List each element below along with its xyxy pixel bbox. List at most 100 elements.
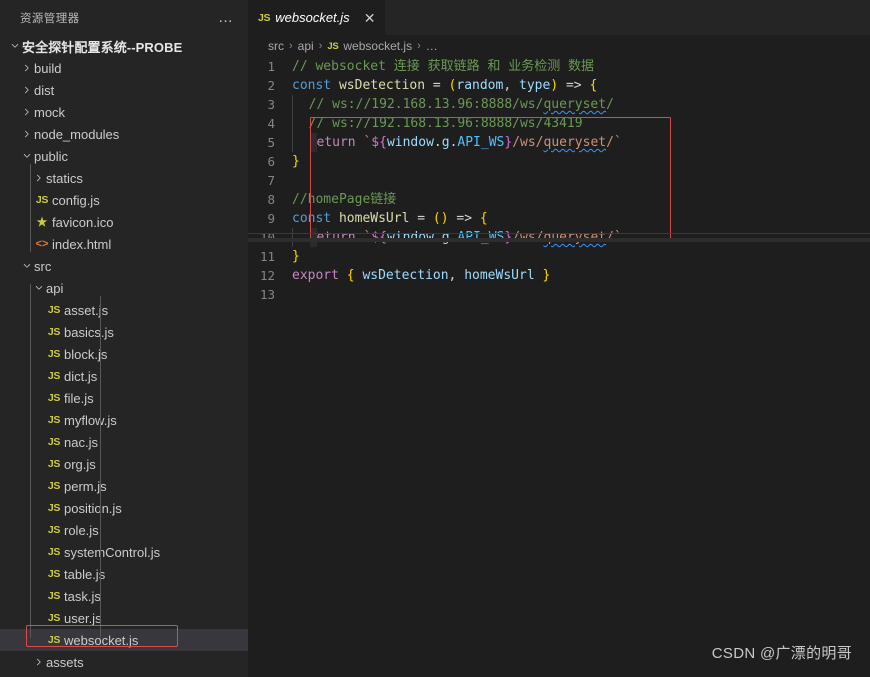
- tree-item-src[interactable]: src: [0, 255, 248, 277]
- breadcrumb-item-file[interactable]: websocket.js: [343, 39, 412, 53]
- tree-item-label: assets: [46, 655, 84, 670]
- code-text: //homePage链接: [292, 190, 396, 209]
- tree-item-label: org.js: [64, 457, 96, 472]
- js-file-icon: JS: [32, 194, 52, 206]
- line-number: 1: [248, 57, 292, 76]
- chevron-down-icon[interactable]: [20, 261, 34, 271]
- js-file-icon: JS: [44, 612, 64, 624]
- code-line: 4 // ws://192.168.13.96:8888/ws/43419: [248, 114, 870, 133]
- editor-tabbar: JS websocket.js ✕: [248, 0, 870, 35]
- horizontal-scrollbar-track[interactable]: [248, 233, 870, 234]
- tree-item-config-js[interactable]: JSconfig.js: [0, 189, 248, 211]
- tree-item-label: src: [34, 259, 51, 274]
- tree-item-favicon-ico[interactable]: ★favicon.ico: [0, 211, 248, 233]
- tree-item-label: user.js: [64, 611, 102, 626]
- tree-item-label: dist: [34, 83, 54, 98]
- explorer-header: 资源管理器 …: [0, 0, 248, 35]
- chevron-down-icon[interactable]: [8, 41, 22, 51]
- chevron-down-icon[interactable]: [32, 283, 46, 293]
- more-actions-icon[interactable]: …: [212, 13, 240, 23]
- editor-pane: JS websocket.js ✕ src › api › JS websock…: [248, 0, 870, 677]
- tree-item-label: api: [46, 281, 63, 296]
- tree-item-label: file.js: [64, 391, 94, 406]
- tree-item-build[interactable]: build: [0, 57, 248, 79]
- breadcrumb-item-src[interactable]: src: [268, 39, 284, 53]
- tree-item-perm-js[interactable]: JSperm.js: [0, 475, 248, 497]
- code-text: const wsDetection = (random, type) => {: [292, 76, 597, 95]
- tree-item-task-js[interactable]: JStask.js: [0, 585, 248, 607]
- html-file-icon: <>: [32, 238, 52, 250]
- active-indent-marker: [310, 133, 317, 152]
- tree-item-block-js[interactable]: JSblock.js: [0, 343, 248, 365]
- code-content[interactable]: 1 // websocket 连接 获取链路 和 业务检测 数据 2 const…: [248, 57, 870, 304]
- tree-item-label: node_modules: [34, 127, 119, 142]
- tree-item-user-js[interactable]: JSuser.js: [0, 607, 248, 629]
- chevron-down-icon[interactable]: [20, 151, 34, 161]
- js-file-icon: JS: [44, 590, 64, 602]
- tree-item-node-modules[interactable]: node_modules: [0, 123, 248, 145]
- line-number: 12: [248, 266, 292, 285]
- tree-item-public[interactable]: public: [0, 145, 248, 167]
- breadcrumb-item-symbol[interactable]: …: [426, 39, 438, 53]
- code-text: }: [292, 247, 300, 266]
- code-line: 11 }: [248, 247, 870, 266]
- tree-item-dict-js[interactable]: JSdict.js: [0, 365, 248, 387]
- chevron-right-icon[interactable]: [20, 107, 34, 117]
- line-number: 7: [248, 171, 292, 190]
- star-file-icon: ★: [32, 215, 52, 229]
- tree-item-label: 安全探针配置系统--PROBE: [22, 37, 182, 56]
- tree-item-index-html[interactable]: <>index.html: [0, 233, 248, 255]
- tree-item-mock[interactable]: mock: [0, 101, 248, 123]
- tab-label: websocket.js: [275, 10, 349, 25]
- tree-item-label: basics.js: [64, 325, 114, 340]
- tree-item-websocket-js[interactable]: JSwebsocket.js: [0, 629, 248, 651]
- tree-item-file-js[interactable]: JSfile.js: [0, 387, 248, 409]
- code-text: const homeWsUrl = () => {: [292, 209, 488, 228]
- tree-item-label: systemControl.js: [64, 545, 160, 560]
- tree-item-asset-js[interactable]: JSasset.js: [0, 299, 248, 321]
- code-line: 13: [248, 285, 870, 304]
- code-line: 5 return `${window.g.API_WS}/ws/queryset…: [248, 133, 870, 152]
- explorer-title: 资源管理器: [20, 10, 212, 26]
- tree-item-nac-js[interactable]: JSnac.js: [0, 431, 248, 453]
- tree-item-myflow-js[interactable]: JSmyflow.js: [0, 409, 248, 431]
- tree-item-org-js[interactable]: JSorg.js: [0, 453, 248, 475]
- close-icon[interactable]: ✕: [363, 11, 377, 25]
- chevron-right-icon[interactable]: [20, 63, 34, 73]
- indent-guide-public: [30, 164, 31, 252]
- tree-item-label: dict.js: [64, 369, 97, 384]
- chevron-right-icon[interactable]: [20, 129, 34, 139]
- horizontal-scrollbar-thumb[interactable]: [248, 238, 870, 242]
- tree-item-position-js[interactable]: JSposition.js: [0, 497, 248, 519]
- tab-websocket-js[interactable]: JS websocket.js ✕: [248, 0, 386, 35]
- tree-item-label: nac.js: [64, 435, 98, 450]
- tree-item-label: asset.js: [64, 303, 108, 318]
- tree-item-assets[interactable]: assets: [0, 651, 248, 673]
- line-number: 2: [248, 76, 292, 95]
- chevron-right-icon[interactable]: [20, 85, 34, 95]
- js-file-icon: JS: [44, 370, 64, 382]
- js-file-icon: JS: [44, 568, 64, 580]
- js-file-icon: JS: [258, 12, 270, 24]
- chevron-right-icon[interactable]: [32, 173, 46, 183]
- indent-guide-api: [30, 284, 31, 638]
- js-file-icon: JS: [44, 348, 64, 360]
- js-file-icon: JS: [44, 634, 64, 646]
- tree-item-systemcontrol-js[interactable]: JSsystemControl.js: [0, 541, 248, 563]
- js-file-icon: JS: [44, 304, 64, 316]
- tree-item-role-js[interactable]: JSrole.js: [0, 519, 248, 541]
- tree-item-statics[interactable]: statics: [0, 167, 248, 189]
- file-tree[interactable]: 安全探针配置系统--PROBEbuild dist mock node_modules…: [0, 35, 248, 673]
- tree-item-dist[interactable]: dist: [0, 79, 248, 101]
- tree-item-table-js[interactable]: JStable.js: [0, 563, 248, 585]
- breadcrumb: src › api › JS websocket.js › …: [248, 35, 870, 57]
- tree-item-basics-js[interactable]: JSbasics.js: [0, 321, 248, 343]
- code-line: 3 // ws://192.168.13.96:8888/ws/queryset…: [248, 95, 870, 114]
- tree-item-label: myflow.js: [64, 413, 117, 428]
- tree-item-api[interactable]: api: [0, 277, 248, 299]
- tree-item--probe[interactable]: 安全探针配置系统--PROBE: [0, 35, 248, 57]
- chevron-right-icon[interactable]: [32, 657, 46, 667]
- js-file-icon: JS: [44, 414, 64, 426]
- breadcrumb-item-api[interactable]: api: [298, 39, 314, 53]
- code-line: 1 // websocket 连接 获取链路 和 业务检测 数据: [248, 57, 870, 76]
